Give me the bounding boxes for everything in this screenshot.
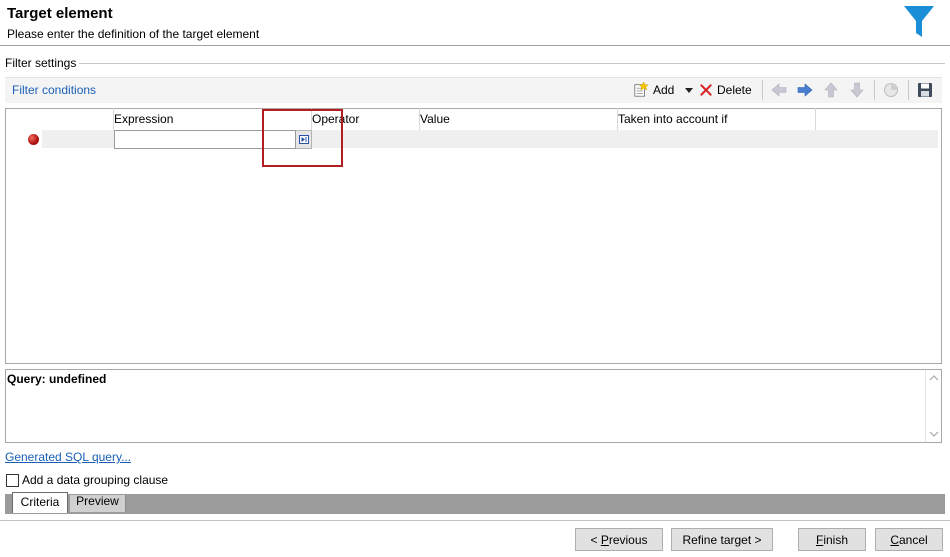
scroll-arrows-icon bbox=[929, 375, 939, 437]
query-preview bbox=[5, 369, 942, 443]
toolbar-separator bbox=[908, 80, 909, 100]
group-divider bbox=[78, 63, 945, 64]
refine-target-button[interactable]: Refine target > bbox=[671, 528, 773, 551]
save-icon[interactable] bbox=[916, 81, 934, 99]
highlight-box bbox=[262, 109, 343, 167]
add-label: Add bbox=[653, 83, 675, 97]
toolbar-separator bbox=[762, 80, 763, 100]
cancel-label: ancel bbox=[898, 532, 928, 547]
move-right-icon[interactable] bbox=[796, 81, 814, 99]
move-up-icon[interactable] bbox=[822, 81, 840, 99]
add-button[interactable]: Add bbox=[633, 81, 674, 99]
delete-button[interactable]: Delete bbox=[699, 81, 752, 99]
finish-label: inish bbox=[823, 532, 849, 547]
column-header-expression[interactable]: Expression bbox=[114, 112, 173, 128]
row-status-icon bbox=[28, 134, 39, 145]
previous-label: revious bbox=[608, 532, 648, 547]
tab-preview[interactable]: Preview bbox=[70, 495, 126, 512]
page-title: Target element bbox=[7, 5, 113, 22]
previous-prefix: < bbox=[590, 532, 601, 547]
tab-criteria[interactable]: Criteria bbox=[12, 492, 68, 513]
add-icon bbox=[634, 82, 649, 97]
generated-sql-link[interactable]: Generated SQL query... bbox=[5, 450, 131, 464]
query-text: Query: undefined bbox=[7, 372, 107, 386]
data-grouping-checkbox[interactable] bbox=[6, 474, 19, 487]
tab-bar bbox=[5, 494, 945, 514]
column-divider bbox=[815, 108, 816, 130]
cancel-button[interactable]: Cancel bbox=[875, 528, 943, 551]
filter-settings-label: Filter settings bbox=[5, 56, 80, 70]
delete-icon bbox=[700, 84, 712, 96]
filter-icon bbox=[904, 6, 934, 37]
data-grouping-label[interactable]: Add a data grouping clause bbox=[22, 473, 168, 487]
previous-button[interactable]: < Previous bbox=[575, 528, 663, 551]
cancel-accesskey: C bbox=[890, 532, 899, 547]
finish-button[interactable]: Finish bbox=[798, 528, 866, 551]
refine-target-label: Refine target > bbox=[682, 532, 762, 547]
column-header-value[interactable]: Value bbox=[420, 112, 450, 128]
delete-label: Delete bbox=[717, 83, 752, 97]
move-down-icon[interactable] bbox=[848, 81, 866, 99]
footer-divider bbox=[0, 520, 950, 521]
column-header-taken-into-account[interactable]: Taken into account if bbox=[618, 112, 727, 128]
header-divider bbox=[0, 45, 950, 46]
previous-accesskey: P bbox=[600, 532, 609, 547]
move-left-icon[interactable] bbox=[770, 81, 788, 99]
filter-conditions-link[interactable]: Filter conditions bbox=[12, 83, 96, 97]
dropdown-icon[interactable] bbox=[684, 84, 694, 96]
toolbar-separator bbox=[874, 80, 875, 100]
page-subtitle: Please enter the definition of the targe… bbox=[7, 27, 260, 41]
refresh-icon[interactable] bbox=[882, 81, 900, 99]
finish-accesskey: F bbox=[815, 532, 824, 547]
query-scrollbar[interactable] bbox=[925, 370, 941, 442]
